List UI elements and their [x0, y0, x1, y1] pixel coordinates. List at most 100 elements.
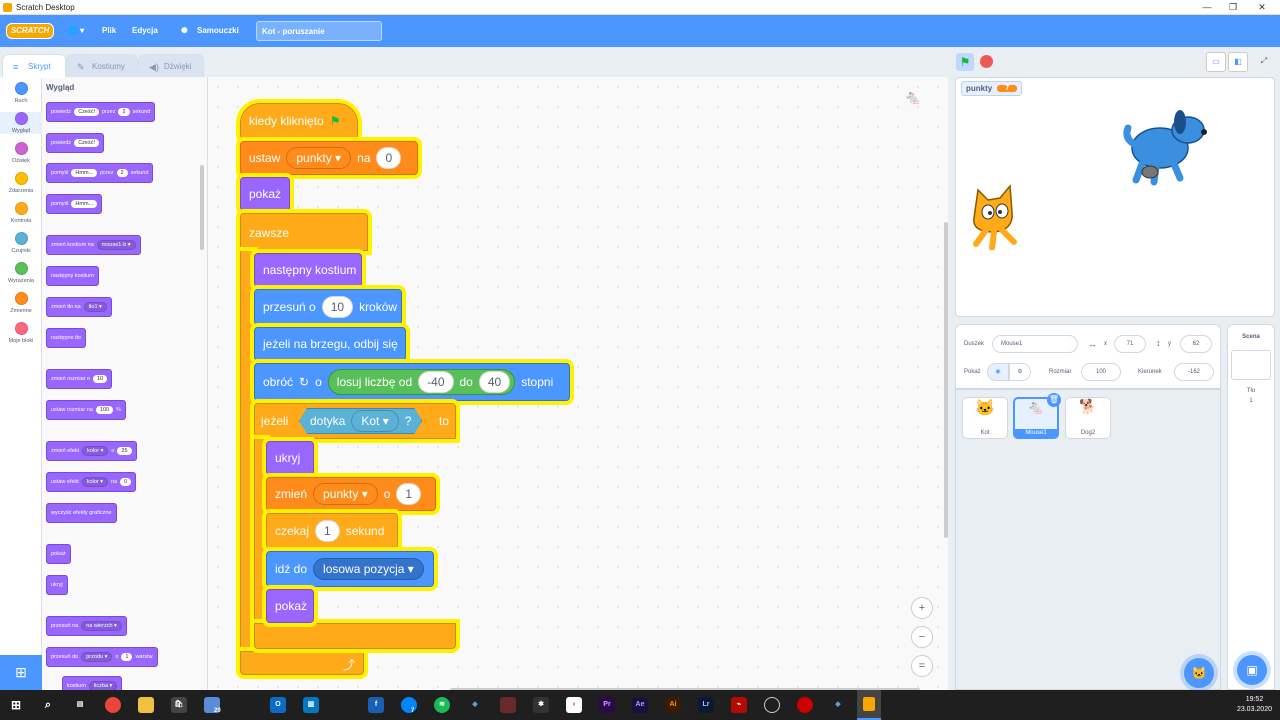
set-variable-block[interactable]: ustaw punkty ▾ na 0	[240, 141, 418, 175]
chrome-icon[interactable]	[105, 697, 121, 713]
category-operators[interactable]: Wyrażenia	[0, 262, 42, 284]
next-costume-block[interactable]: następny kostium	[254, 253, 362, 287]
palette-block-think-for[interactable]: pomyśl Hmm... przez 2 sekund	[46, 163, 154, 183]
change-by-input[interactable]: 1	[396, 483, 422, 505]
touching-block[interactable]: dotyka Kot ▾?	[299, 408, 422, 434]
tab-sounds[interactable]: ◀) Dźwięki	[138, 54, 204, 78]
small-stage-button[interactable]: ▭	[1206, 52, 1226, 72]
lightroom-icon[interactable]: Lr	[698, 697, 714, 713]
script-workspace[interactable]: 🐁 kiedy kliknięto ⚑ ustaw punkty ▾ na 0 poka…	[208, 77, 948, 690]
palette-block-say[interactable]: powiedz Cześć!	[46, 133, 104, 153]
palette-block-change-size[interactable]: zmień rozmiar o 10	[46, 369, 113, 389]
show-block[interactable]: pokaż	[240, 177, 290, 211]
app-icon-drop[interactable]: ◆	[467, 697, 483, 713]
palette-block-switch-costume[interactable]: zmień kostium na mouse1-b ▾	[46, 235, 141, 255]
variable-dropdown[interactable]: punkty ▾	[313, 483, 378, 505]
size-input[interactable]: 100	[1081, 363, 1121, 381]
file-explorer-icon[interactable]	[138, 697, 154, 713]
palette-block-costume-number[interactable]: kostium liczba ▾	[62, 676, 123, 690]
palette-block-set-size[interactable]: ustaw rozmiar na 100%	[46, 400, 126, 420]
palette-block-switch-backdrop[interactable]: zmień tło na tło1 ▾	[46, 297, 112, 317]
palette-block-show[interactable]: pokaż	[46, 544, 71, 564]
dog-sprite[interactable]	[1122, 108, 1212, 193]
forever-block[interactable]: zawsze	[240, 213, 368, 251]
category-sound[interactable]: Dźwięk	[0, 142, 42, 164]
workspace-vertical-scrollbar[interactable]	[944, 222, 948, 538]
sprite-thumb-dog2[interactable]: 🐕 Dog2	[1065, 397, 1111, 439]
scratch-logo[interactable]: SCRATCH	[6, 23, 54, 39]
wait-seconds-input[interactable]: 1	[315, 520, 340, 542]
sprite-thumb-kot[interactable]: 🐱 Kot	[962, 397, 1008, 439]
when-flag-clicked-block[interactable]: kiedy kliknięto ⚑	[240, 103, 358, 139]
pick-random-block[interactable]: losuj liczbę od -40 do 40	[327, 369, 516, 395]
add-extension-button[interactable]: ⊞	[0, 655, 42, 690]
edit-menu[interactable]: Edycja	[132, 26, 158, 35]
backdrop-thumbnail[interactable]	[1231, 350, 1271, 380]
task-view-icon[interactable]: ▤	[72, 697, 88, 713]
palette-block-clear-effects[interactable]: wyczyść efekty graficzne	[46, 503, 117, 523]
app-icon-drop-2[interactable]: ◆	[830, 697, 846, 713]
palette-scrollbar[interactable]	[200, 165, 204, 250]
show-visible-button[interactable]: ◉	[987, 363, 1009, 381]
palette-block-say-for[interactable]: powiedz Cześć! przez 2 sekund	[46, 102, 156, 122]
app-icon-arrow[interactable]: ‹	[566, 697, 582, 713]
hide-visible-button[interactable]: ⊘	[1009, 363, 1031, 381]
taskbar-clock[interactable]: 19:52 23.03.2020	[1237, 695, 1272, 715]
category-variables[interactable]: Zmienne	[0, 292, 42, 314]
stage-selector[interactable]: Scena Tło 1 ▣	[1227, 324, 1275, 690]
palette-block-go-to-layer[interactable]: przesuń na na wierzch ▾	[46, 616, 127, 636]
zoom-reset-button[interactable]: =	[911, 655, 933, 677]
move-steps-block[interactable]: przesuń o 10 kroków	[254, 289, 402, 325]
delete-sprite-button[interactable]: 🗑	[1047, 393, 1061, 407]
language-menu[interactable]: 🌐 ▾	[68, 26, 84, 35]
file-menu[interactable]: Plik	[102, 26, 116, 35]
tab-costumes[interactable]: ✎ Kostiumy	[66, 54, 138, 78]
project-title-input[interactable]: Kot - poruszanie	[256, 21, 382, 41]
app-icon-car[interactable]	[500, 697, 516, 713]
windows-start-icon[interactable]: ⊞	[8, 697, 24, 713]
cat-sprite[interactable]	[964, 178, 1034, 250]
stop-button[interactable]	[980, 55, 993, 68]
app-icon-blue[interactable]: f	[368, 697, 384, 713]
category-control[interactable]: Kontrola	[0, 202, 42, 224]
direction-input[interactable]: -162	[1174, 363, 1214, 381]
palette-block-change-effect[interactable]: zmień efekt kolor ▾ o 25	[46, 441, 137, 461]
tutorials-icon[interactable]: ✺	[181, 26, 188, 35]
category-sensing[interactable]: Czujniki	[0, 232, 42, 254]
if-block[interactable]: jeżeli dotyka Kot ▾? to	[254, 403, 456, 439]
add-sprite-button[interactable]: 🐱	[1184, 658, 1214, 688]
palette-block-next-costume[interactable]: następny kostium	[46, 266, 99, 286]
outlook-icon[interactable]: O	[270, 697, 286, 713]
stage[interactable]: punkty 7	[955, 77, 1275, 317]
palette-block-change-layer[interactable]: przesuń do przodu ▾ o 1 warstw	[46, 647, 158, 667]
app-icon-badge20[interactable]: 20	[204, 697, 221, 714]
green-flag-button[interactable]: ⚑	[956, 53, 974, 71]
palette-block-hide[interactable]: ukryj	[46, 575, 68, 595]
hide-block[interactable]: ukryj	[266, 441, 314, 475]
bounce-block[interactable]: jeżeli na brzegu, odbij się	[254, 327, 406, 361]
random-to-input[interactable]: 40	[478, 371, 511, 393]
app-icon-red[interactable]	[797, 697, 813, 713]
random-from-input[interactable]: -40	[418, 371, 454, 393]
change-variable-block[interactable]: zmień punkty ▾ o 1	[266, 477, 436, 511]
category-my-blocks[interactable]: Moje bloki	[0, 322, 42, 344]
maximize-button[interactable]: ❐	[1223, 2, 1243, 13]
show-block-2[interactable]: pokaż	[266, 589, 314, 623]
illustrator-icon[interactable]: Ai	[665, 697, 681, 713]
zoom-out-button[interactable]: −	[911, 626, 933, 648]
premiere-icon[interactable]: Pr	[599, 697, 615, 713]
sprite-thumb-mouse1[interactable]: 🐁 Mouse1 🗑	[1013, 393, 1061, 439]
spotify-icon[interactable]: ≋	[434, 697, 450, 713]
category-motion[interactable]: Ruch	[0, 82, 42, 104]
y-position-input[interactable]: 62	[1180, 335, 1212, 353]
category-events[interactable]: Zdarzenia	[0, 172, 42, 194]
category-looks[interactable]: Wygląd	[0, 112, 42, 134]
obs-icon[interactable]	[764, 697, 780, 713]
after-effects-icon[interactable]: Ae	[632, 697, 648, 713]
sprite-name-input[interactable]: Mouse1	[992, 335, 1078, 353]
acrobat-icon[interactable]: ⌁	[731, 697, 747, 713]
variable-dropdown[interactable]: punkty ▾	[286, 147, 352, 169]
zoom-in-button[interactable]: +	[911, 597, 933, 619]
value-input[interactable]: 0	[376, 147, 402, 169]
close-button[interactable]: ✕	[1252, 2, 1272, 13]
